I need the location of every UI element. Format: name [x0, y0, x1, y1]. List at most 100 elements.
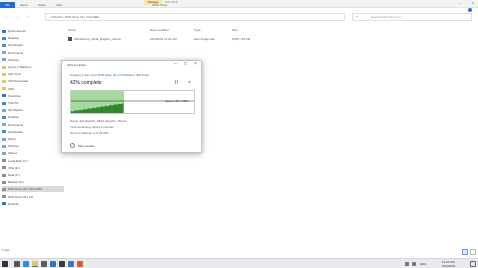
- column-header-name[interactable]: Name: [68, 28, 76, 32]
- tab-share[interactable]: Share: [33, 2, 51, 8]
- paint-icon[interactable]: [77, 261, 83, 267]
- folder-icon: [2, 144, 6, 148]
- sidebar-item[interactable]: Documents: [2, 122, 64, 128]
- folder-icon: [2, 115, 6, 119]
- volume-icon[interactable]: [412, 262, 416, 266]
- sidebar-item[interactable]: Pictures: [2, 143, 64, 149]
- minimize-button[interactable]: –: [455, 0, 464, 6]
- column-header-size[interactable]: Size: [232, 28, 238, 32]
- sidebar-item-label: Data (F:): [8, 173, 20, 177]
- help-icon[interactable]: [468, 8, 472, 12]
- terminal-icon[interactable]: [59, 261, 65, 267]
- sidebar-item[interactable]: VMs: [2, 86, 64, 92]
- edge-icon[interactable]: [23, 261, 29, 267]
- sidebar-item[interactable]: DVD Drive (D:) CC: [2, 194, 64, 200]
- tab-file[interactable]: File: [0, 2, 15, 8]
- file-row[interactable]: Windows10_22H2_English_x64.iso 10/4/2023…: [68, 36, 268, 42]
- close-button[interactable]: ×: [468, 0, 477, 6]
- copy-name-line: Name: Windows10_22H2_English_x64.iso: [70, 119, 127, 123]
- transfer-speed-graph: Speed: 22.7 MB/s: [70, 90, 195, 114]
- tab-drive-tools[interactable]: Drive Tools: [147, 2, 172, 8]
- sidebar-item[interactable]: This PC: [2, 100, 64, 106]
- sidebar-item-label: Backup (G:): [8, 180, 25, 185]
- sidebar-item[interactable]: Network: [2, 201, 64, 207]
- sidebar-item-label: VM Downloads: [8, 79, 29, 84]
- fewer-details-toggle[interactable]: ˆ More details: [70, 143, 94, 148]
- folder-icon: [2, 36, 6, 40]
- sidebar-item-label: Pictures: [8, 57, 19, 62]
- pause-button[interactable]: II: [173, 80, 180, 87]
- folder-icon: [2, 202, 6, 206]
- dialog-close-button[interactable]: ×: [194, 61, 197, 68]
- sidebar-item[interactable]: 3D Objects: [2, 107, 64, 113]
- sidebar-item[interactable]: Backup (G:): [2, 179, 64, 185]
- speed-label: Speed: 22.7 MB/s: [165, 99, 189, 103]
- search-input[interactable]: ⌕ Search DVD Drive (D:): [352, 13, 472, 21]
- sidebar-item[interactable]: Quick access: [2, 28, 64, 34]
- copy-description: Copying 1 item from DVD Drive (D:) CCCOM…: [70, 73, 149, 77]
- sidebar-item-label: Hyper-V Backups: [8, 65, 32, 69]
- sidebar-item-label: Documents: [8, 50, 24, 55]
- sidebar-item[interactable]: Local Disk (C:): [2, 158, 64, 164]
- forward-button[interactable]: →: [13, 13, 20, 21]
- column-header-type[interactable]: Type: [194, 28, 201, 32]
- large-icons-view-toggle[interactable]: [470, 249, 476, 255]
- column-header-date[interactable]: Date modified: [150, 28, 169, 32]
- folder-icon: [2, 137, 6, 141]
- start-button[interactable]: [2, 261, 8, 267]
- tab-view[interactable]: View: [51, 2, 67, 8]
- language-indicator[interactable]: ENG: [420, 262, 427, 266]
- clock-date[interactable]: 10/4/2023: [442, 264, 455, 268]
- sidebar-item[interactable]: Downloads: [2, 129, 64, 135]
- sidebar-item[interactable]: Videos: [2, 150, 64, 156]
- destination-link[interactable]: ISO Tools: [136, 73, 149, 77]
- cancel-copy-button[interactable]: ×: [186, 80, 193, 87]
- fewer-details-label: More details: [78, 143, 95, 148]
- percent-complete: 42% complete: [70, 80, 102, 86]
- source-link[interactable]: DVD Drive (D:) CCCOMA: [98, 73, 132, 77]
- folder-icon: [2, 173, 6, 177]
- tab-home[interactable]: Home: [15, 2, 33, 8]
- sidebar-item[interactable]: VMs (E:): [2, 165, 64, 171]
- sidebar-item-label: Desktop: [8, 36, 20, 41]
- folder-icon: [2, 101, 6, 105]
- task-view-icon[interactable]: [14, 261, 20, 267]
- folder-icon: [2, 151, 6, 155]
- sidebar-item-label: Documents: [8, 122, 24, 127]
- notification-icon[interactable]: [470, 261, 476, 267]
- sidebar-item[interactable]: Downloads: [2, 42, 64, 48]
- sidebar-item-label: 3D Objects: [8, 108, 23, 113]
- notepad-icon[interactable]: [68, 261, 74, 267]
- details-view-toggle[interactable]: [462, 249, 468, 255]
- sidebar-item[interactable]: Data (F:): [2, 172, 64, 178]
- folder-icon: [2, 43, 6, 47]
- sidebar-item[interactable]: Pictures: [2, 57, 64, 63]
- sidebar-item[interactable]: Desktop: [2, 114, 64, 120]
- search-icon: ⌕: [356, 14, 359, 19]
- address-bar[interactable]: › This PC › DVD Drive (D:) CCCOMA: [45, 13, 345, 21]
- folder-icon: [2, 180, 6, 184]
- sidebar-item-label: VMs: [8, 86, 14, 91]
- sidebar-item[interactable]: DVD Drive (D:) CCCOMA: [2, 186, 64, 193]
- copy-progress-dialog: 42% complete – □ × Copying 1 item from D…: [61, 60, 202, 153]
- up-button[interactable]: ↑: [24, 13, 31, 21]
- sidebar-item[interactable]: Documents: [2, 50, 64, 56]
- sidebar-item[interactable]: OneDrive: [2, 93, 64, 99]
- store-icon[interactable]: [41, 261, 47, 267]
- dialog-maximize-button[interactable]: □: [184, 61, 187, 68]
- sidebar-item[interactable]: Hyper-V Backups: [2, 64, 64, 70]
- copy-prefix: Copying 1 item from: [70, 73, 98, 77]
- explorer-icon[interactable]: [32, 261, 38, 267]
- dialog-minimize-button[interactable]: –: [174, 61, 177, 68]
- folder-icon: [2, 65, 6, 69]
- sidebar-item[interactable]: ISO Tools: [2, 71, 64, 77]
- sidebar-item-label: Desktop: [8, 115, 20, 120]
- network-icon[interactable]: [405, 262, 409, 266]
- sidebar-item[interactable]: Desktop: [2, 35, 64, 41]
- mail-icon[interactable]: [50, 261, 56, 267]
- sidebar-item[interactable]: Music: [2, 136, 64, 142]
- back-button[interactable]: ←: [4, 13, 11, 21]
- sidebar-item-label: Downloads: [8, 129, 23, 134]
- address-row: ← → ↑ › This PC › DVD Drive (D:) CCCOMA …: [0, 13, 478, 21]
- sidebar-item[interactable]: VM Downloads: [2, 78, 64, 84]
